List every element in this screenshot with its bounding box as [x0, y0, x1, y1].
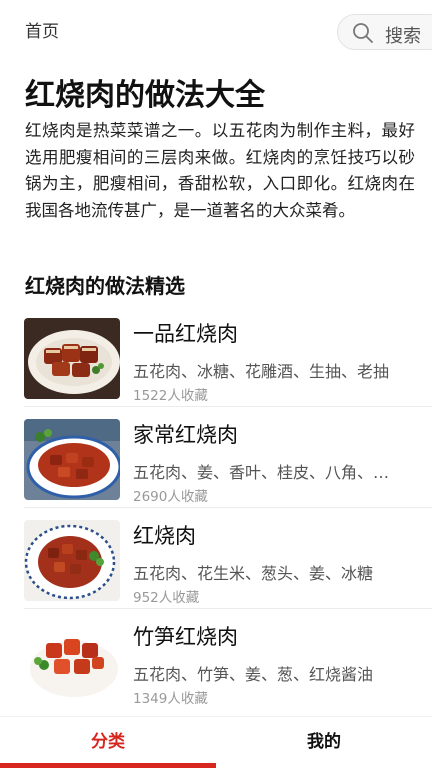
- tab-mine[interactable]: 我的: [216, 717, 432, 768]
- recipe-item[interactable]: 家常红烧肉 五花肉、姜、香叶、桂皮、八角、冰糖 2690人收藏: [0, 407, 432, 508]
- recipe-name: 红烧肉: [133, 524, 196, 548]
- recipe-image: [24, 419, 120, 500]
- section-title: 红烧肉的做法精选: [25, 274, 185, 298]
- recipe-image: [24, 520, 120, 601]
- recipe-ingredients: 五花肉、姜、香叶、桂皮、八角、冰糖: [133, 463, 398, 482]
- tab-category[interactable]: 分类: [0, 717, 216, 768]
- search-icon: [353, 23, 373, 43]
- search-button[interactable]: 搜索: [337, 14, 432, 50]
- recipe-image: [24, 318, 120, 399]
- active-tab-indicator: [0, 763, 216, 768]
- recipe-ingredients: 五花肉、花生米、葱头、姜、冰糖: [133, 564, 374, 583]
- recipe-favorites: 1522人收藏: [133, 388, 208, 404]
- recipe-favorites: 952人收藏: [133, 590, 200, 606]
- recipe-item[interactable]: 一品红烧肉 五花肉、冰糖、花雕酒、生抽、老抽 1522人收藏: [0, 306, 432, 407]
- recipe-name: 家常红烧肉: [133, 423, 238, 447]
- page-title: 红烧肉的做法大全: [25, 78, 265, 113]
- recipe-name: 竹笋红烧肉: [133, 625, 238, 649]
- bottom-tab-bar: 分类 我的: [0, 716, 432, 768]
- recipe-ingredients: 五花肉、竹笋、姜、葱、红烧酱油: [133, 665, 374, 684]
- recipe-item[interactable]: 竹笋红烧肉 五花肉、竹笋、姜、葱、红烧酱油 1349人收藏: [0, 609, 432, 710]
- recipe-image: [24, 621, 120, 702]
- recipe-item[interactable]: 红烧肉 五花肉、花生米、葱头、姜、冰糖 952人收藏: [0, 508, 432, 609]
- top-bar: 首页 搜索: [0, 0, 432, 62]
- recipe-favorites: 1349人收藏: [133, 691, 208, 707]
- intro-text: 红烧肉是热菜菜谱之一。以五花肉为制作主料，最好选用肥瘦相间的三层肉来做。红烧肉的…: [25, 121, 415, 220]
- search-label: 搜索: [385, 26, 421, 47]
- recipe-name: 一品红烧肉: [133, 322, 238, 346]
- recipe-ingredients: 五花肉、冰糖、花雕酒、生抽、老抽: [133, 362, 390, 381]
- recipe-favorites: 2690人收藏: [133, 489, 208, 505]
- home-link[interactable]: 首页: [25, 17, 59, 42]
